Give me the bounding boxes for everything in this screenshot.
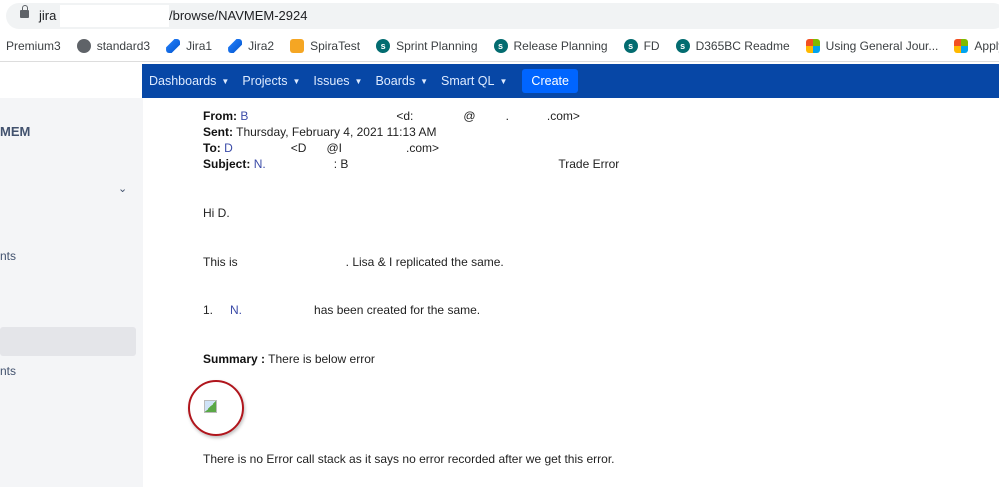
to-at: @I (326, 141, 342, 155)
bookmark-label: Premium3 (6, 39, 61, 53)
to-domain: .com> (405, 141, 439, 155)
microsoft-icon (954, 39, 969, 53)
bookmark-label: Jira1 (186, 39, 213, 53)
bookmark-item[interactable]: Apply Custo (954, 39, 999, 53)
email-header: From: B <d: @. .com> Sent: Thursday, Februa… (203, 108, 619, 172)
bookmark-label: Release Planning (513, 39, 608, 53)
bookmark-label: Sprint Planning (396, 39, 478, 53)
nav-projects[interactable]: Projects ▼ (242, 74, 300, 88)
bookmark-label: D365BC Readme (695, 39, 790, 53)
url-suffix: /browse/NAVMEM-2924 (169, 8, 308, 23)
text: . Lisa & I replicated the same. (345, 255, 504, 269)
bookmark-item[interactable]: Jira2 (228, 39, 274, 53)
chevron-down-icon: ▼ (420, 76, 428, 86)
sharepoint-icon: s (493, 39, 508, 53)
to-line: To: D <D @I .com> (203, 140, 619, 156)
subject-line: Subject: N. : B Trade Error (203, 156, 619, 172)
body-line-1: This is . Lisa & I replicated the same. (203, 254, 504, 270)
nav-smart-ql[interactable]: Smart QL ▼ (441, 74, 507, 88)
bookmark-label: standard3 (96, 39, 151, 53)
sent-label: Sent: (203, 125, 233, 139)
from-domain: .com> (546, 109, 580, 123)
bookmark-item[interactable]: s Release Planning (493, 39, 608, 53)
from-name: B (240, 109, 249, 123)
sidebar: MEM ⌄ nts nts (0, 98, 143, 487)
bookmark-item[interactable]: standard3 (76, 39, 151, 53)
bookmark-item[interactable]: s FD (623, 39, 660, 53)
bookmark-item[interactable]: Jira1 (166, 39, 212, 53)
nav-boards[interactable]: Boards ▼ (375, 74, 428, 88)
red-circle-annotation (188, 380, 244, 436)
chevron-down-icon: ▼ (499, 76, 508, 86)
url-prefix: jira (39, 8, 57, 23)
jira-icon (166, 39, 181, 53)
subject-end: Trade Error (558, 157, 620, 171)
chevron-down-icon: ▼ (354, 76, 363, 86)
jira-icon (228, 39, 243, 53)
summary-label: Summary : (203, 352, 266, 366)
bookmark-item[interactable]: s D365BC Readme (675, 39, 790, 53)
project-name: MEM (0, 124, 31, 139)
summary-line: Summary : There is below error (203, 351, 375, 367)
from-line: From: B <d: @. .com> (203, 108, 619, 124)
nav-label: Projects (242, 74, 288, 88)
subject-label: Subject: (203, 157, 251, 171)
issue-link[interactable]: N. (230, 303, 242, 317)
summary-text: There is below error (268, 352, 375, 366)
bookmark-item[interactable]: Using General Jour... (805, 39, 939, 53)
bookmark-label: Apply Custo (974, 39, 999, 53)
nav-dashboards[interactable]: Dashboards ▼ (149, 74, 229, 88)
bookmark-label: Jira2 (248, 39, 275, 53)
nav-label: Boards (375, 74, 416, 88)
redaction (60, 5, 169, 27)
chevron-down-icon: ▼ (292, 76, 301, 86)
from-at: @ (463, 109, 476, 123)
sidebar-item[interactable]: nts (0, 249, 16, 263)
to-address: <D (290, 141, 307, 155)
chevron-down-icon: ▼ (221, 76, 230, 86)
nav-label: Dashboards (149, 74, 217, 88)
address-bar[interactable]: jira /browse/NAVMEM-2924 (0, 0, 999, 31)
sent-date: Thursday, February 4, 2021 11:13 AM (236, 125, 437, 139)
from-dot: . (505, 109, 509, 123)
bookmarks-bar: Premium3 standard3 Jira1 Jira2 SpiraTest s Spr… (0, 31, 999, 62)
bookmark-label: FD (643, 39, 660, 53)
bookmark-label: SpiraTest (310, 39, 361, 53)
sharepoint-icon: s (376, 39, 391, 53)
sent-line: Sent: Thursday, February 4, 2021 11:13 A… (203, 124, 619, 140)
bookmark-item[interactable]: Premium3 (6, 39, 61, 53)
jira-top-nav: Dashboards ▼ Projects ▼ Issues ▼ Boards ▼ Sm… (142, 64, 999, 98)
bookmark-item[interactable]: s Sprint Planning (376, 39, 478, 53)
chevron-down-icon[interactable]: ⌄ (118, 182, 127, 195)
from-address: <d: (396, 109, 414, 123)
subject-part: : B (333, 157, 349, 171)
greeting: Hi D. (203, 206, 230, 220)
nav-label: Smart QL (441, 74, 495, 88)
subject-link[interactable]: N. (254, 157, 266, 171)
globe-icon (76, 39, 91, 53)
sidebar-item[interactable]: nts (0, 364, 16, 378)
sharepoint-icon: s (623, 39, 638, 53)
nav-label: Issues (313, 74, 350, 88)
sharepoint-icon: s (675, 39, 690, 53)
nav-issues[interactable]: Issues ▼ (313, 74, 362, 88)
list-item: 1. N. has been created for the same. (203, 302, 480, 318)
from-label: From: (203, 109, 237, 123)
nav-left-blank (0, 64, 142, 98)
spiratest-icon (290, 39, 305, 53)
microsoft-icon (805, 39, 820, 53)
bookmark-label: Using General Jour... (825, 39, 939, 53)
lock-icon (20, 5, 29, 18)
footer-line: There is no Error call stack as it says … (203, 452, 615, 466)
text: This is (203, 255, 238, 269)
bookmark-item[interactable]: SpiraTest (290, 39, 360, 53)
sidebar-item-selected[interactable] (0, 327, 136, 356)
to-label: To: (203, 141, 221, 155)
text: has been created for the same. (314, 303, 481, 317)
list-number: 1. (203, 303, 214, 317)
to-name: D (224, 141, 233, 155)
create-button[interactable]: Create (522, 69, 578, 93)
